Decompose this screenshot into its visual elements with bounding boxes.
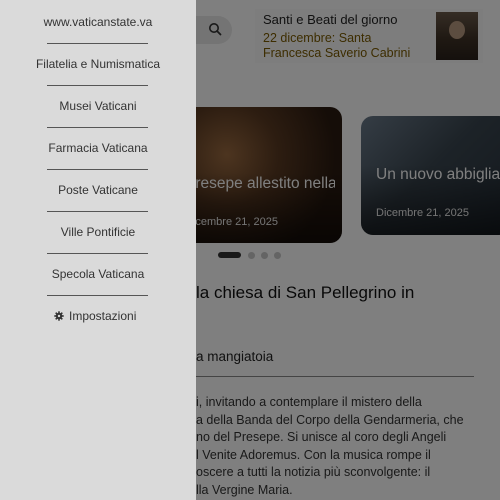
drawer-divider <box>47 127 148 128</box>
drawer-item-poste[interactable]: Poste Vaticane <box>30 180 166 200</box>
drawer-item-specola[interactable]: Specola Vaticana <box>30 264 166 284</box>
drawer-divider <box>47 43 148 44</box>
drawer-item-filatelia[interactable]: Filatelia e Numismatica <box>30 54 166 74</box>
drawer-divider <box>47 85 148 86</box>
drawer-divider <box>47 169 148 170</box>
settings-button[interactable]: Impostazioni <box>54 307 136 325</box>
drawer-item-ville[interactable]: Ville Pontificie <box>30 222 166 242</box>
drawer-divider <box>47 253 148 254</box>
settings-label: Impostazioni <box>69 309 137 323</box>
gear-icon <box>54 311 64 321</box>
drawer-divider <box>47 211 148 212</box>
navigation-drawer: www.vaticanstate.va Filatelia e Numismat… <box>0 0 196 500</box>
drawer-divider <box>47 295 148 296</box>
drawer-item-musei[interactable]: Musei Vaticani <box>30 96 166 116</box>
drawer-item-vaticanstate[interactable]: www.vaticanstate.va <box>30 12 166 32</box>
drawer-item-farmacia[interactable]: Farmacia Vaticana <box>30 138 166 158</box>
